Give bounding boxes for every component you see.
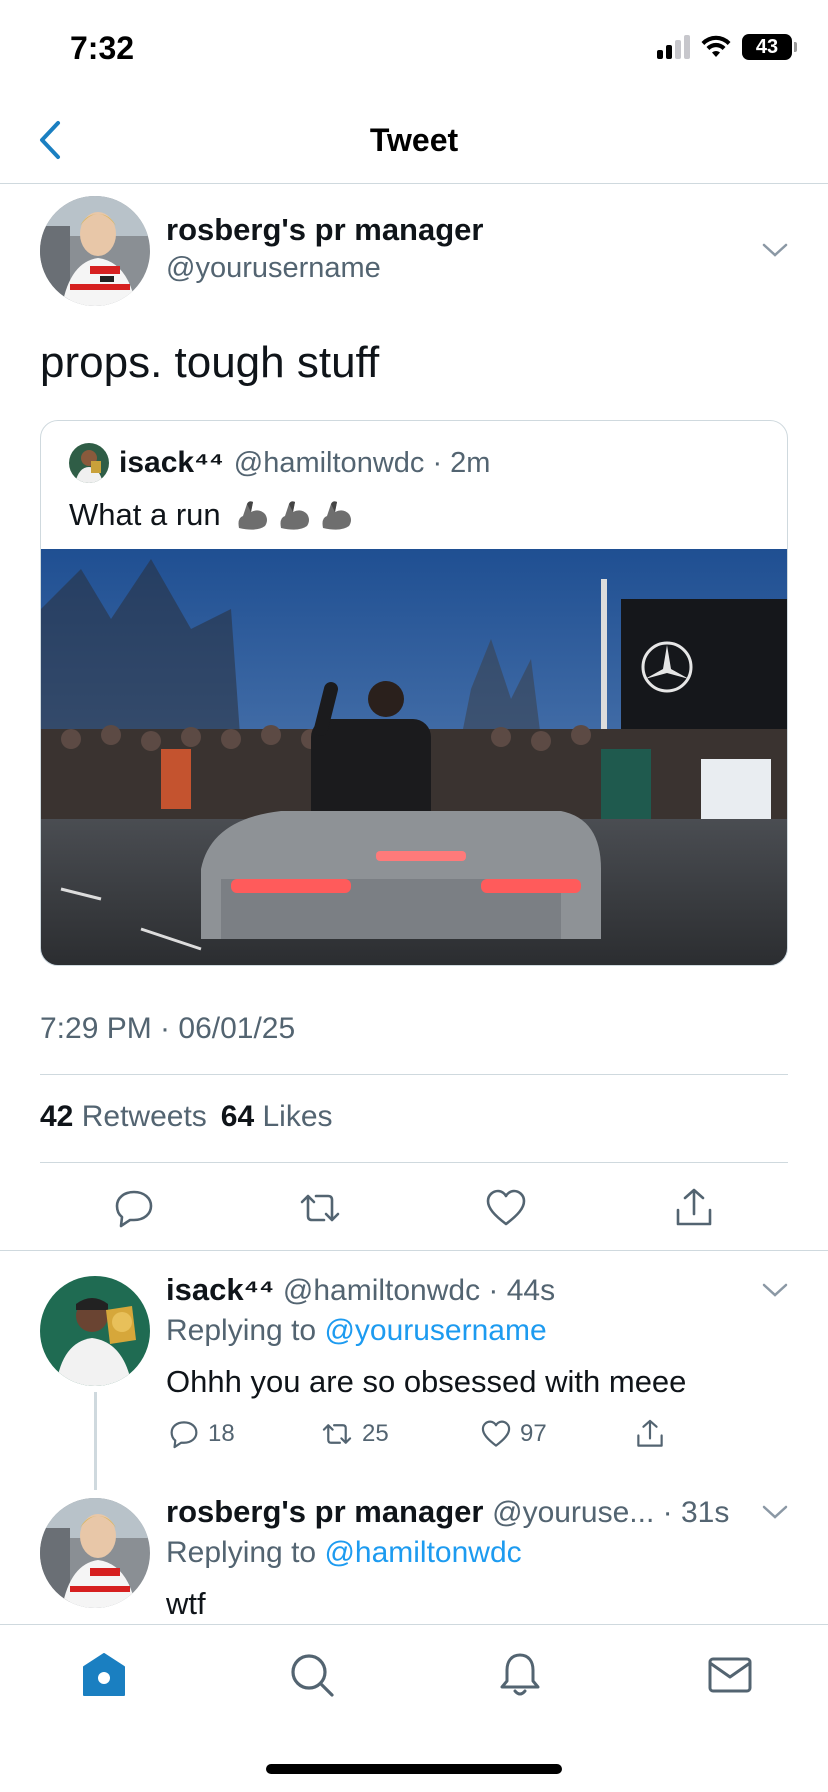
- chevron-down-icon[interactable]: [760, 240, 790, 260]
- bell-icon[interactable]: [496, 1651, 544, 1699]
- replying-to-line: Replying to @hamiltonwdc: [166, 1536, 522, 1570]
- tweet-timestamp: 7:29 PM · 06/01/25: [40, 1012, 296, 1045]
- share-icon[interactable]: [672, 1186, 716, 1230]
- retweet-icon[interactable]: [298, 1186, 342, 1230]
- chevron-down-icon[interactable]: [760, 1280, 790, 1300]
- status-time: 7:32: [70, 30, 135, 66]
- reply-header: rosberg's pr manager @youruse... · 31s: [166, 1494, 729, 1530]
- like-count: 97: [520, 1420, 547, 1447]
- reply-icon: [170, 1421, 198, 1449]
- replying-to-line: Replying to @yourusername: [166, 1314, 547, 1348]
- retweets-count: 42: [40, 1100, 74, 1133]
- quoted-tweet-text-row: What a run: [69, 497, 355, 533]
- quoted-author-name: isack⁴⁴: [119, 446, 224, 479]
- reply-meta: @youruse... · 31s: [492, 1496, 730, 1529]
- thread-connector: [94, 1392, 97, 1490]
- quoted-author-avatar: [69, 443, 109, 483]
- retweet-count: 25: [362, 1420, 389, 1447]
- quoted-tweet-card[interactable]: isack⁴⁴ @hamiltonwdc · 2m What a run: [40, 420, 788, 966]
- tweet-action-bar: [0, 1180, 828, 1246]
- chevron-down-icon[interactable]: [760, 1502, 790, 1522]
- search-icon[interactable]: [288, 1651, 336, 1699]
- like-icon[interactable]: [484, 1186, 528, 1230]
- battery-level: 43: [755, 35, 779, 58]
- flexed-biceps-icon: [280, 501, 309, 530]
- reply-author-name[interactable]: isack⁴⁴: [166, 1272, 274, 1307]
- reply-icon[interactable]: [112, 1186, 156, 1230]
- retweet-button[interactable]: 25: [320, 1418, 480, 1450]
- wifi-icon: [701, 35, 731, 57]
- likes-label: Likes: [262, 1100, 333, 1133]
- reply-author-avatar[interactable]: [40, 1498, 150, 1608]
- replying-to-link[interactable]: @yourusername: [324, 1314, 546, 1347]
- home-indicator: [266, 1764, 562, 1774]
- reply-text: Ohhh you are so obsessed with meee: [166, 1364, 687, 1399]
- mail-icon[interactable]: [706, 1651, 754, 1699]
- retweet-icon: [322, 1424, 352, 1444]
- quoted-tweet-text: What a run: [69, 497, 221, 532]
- quoted-tweet-header: isack⁴⁴ @hamiltonwdc · 2m: [69, 443, 490, 483]
- cellular-signal-icon: [657, 35, 690, 59]
- share-button[interactable]: [634, 1418, 694, 1450]
- author-name[interactable]: rosberg's pr manager: [166, 212, 483, 248]
- author-handle[interactable]: @yourusername: [166, 252, 381, 285]
- quoted-tweet-photo[interactable]: [41, 549, 788, 966]
- retweets-label: Retweets: [81, 1100, 207, 1133]
- tweet-stats: 42 Retweets 64 Likes: [40, 1100, 333, 1134]
- divider: [0, 1250, 828, 1251]
- reply-meta: @hamiltonwdc · 44s: [282, 1274, 556, 1307]
- flexed-biceps-icon: [238, 501, 267, 530]
- page-title: Tweet: [369, 122, 459, 158]
- divider: [40, 1074, 788, 1075]
- battery-icon: 43: [742, 34, 797, 60]
- flexed-biceps-emoji-group: [235, 498, 355, 532]
- reply-author-name[interactable]: rosberg's pr manager: [166, 1494, 483, 1529]
- replying-to-label: Replying to: [166, 1314, 325, 1347]
- reply-button[interactable]: 18: [168, 1418, 320, 1450]
- replying-to-label: Replying to: [166, 1536, 325, 1569]
- reply-header: isack⁴⁴ @hamiltonwdc · 44s: [166, 1272, 555, 1308]
- reply-author-avatar[interactable]: [40, 1276, 150, 1386]
- flexed-biceps-icon: [322, 501, 351, 530]
- divider: [40, 1162, 788, 1163]
- retweets-stat[interactable]: 42 Retweets: [40, 1100, 207, 1134]
- status-icons: 43: [657, 34, 797, 60]
- like-button[interactable]: 97: [480, 1418, 634, 1450]
- replying-to-link[interactable]: @hamiltonwdc: [324, 1536, 521, 1569]
- share-icon: [637, 1419, 663, 1447]
- reply-count: 18: [208, 1420, 235, 1447]
- reply-action-bar: 18 25 97: [168, 1418, 694, 1450]
- likes-stat[interactable]: 64 Likes: [221, 1100, 333, 1134]
- top-nav-bar: Tweet: [0, 100, 828, 184]
- reply-text: wtf: [166, 1586, 206, 1621]
- quoted-author-handle: @hamiltonwdc · 2m: [233, 446, 491, 479]
- like-icon: [481, 1420, 511, 1447]
- likes-count: 64: [220, 1100, 255, 1133]
- tweet-text: props. tough stuff: [40, 338, 380, 387]
- author-avatar[interactable]: [40, 196, 150, 306]
- home-icon[interactable]: [80, 1651, 128, 1699]
- status-bar: 7:32 43: [0, 0, 828, 100]
